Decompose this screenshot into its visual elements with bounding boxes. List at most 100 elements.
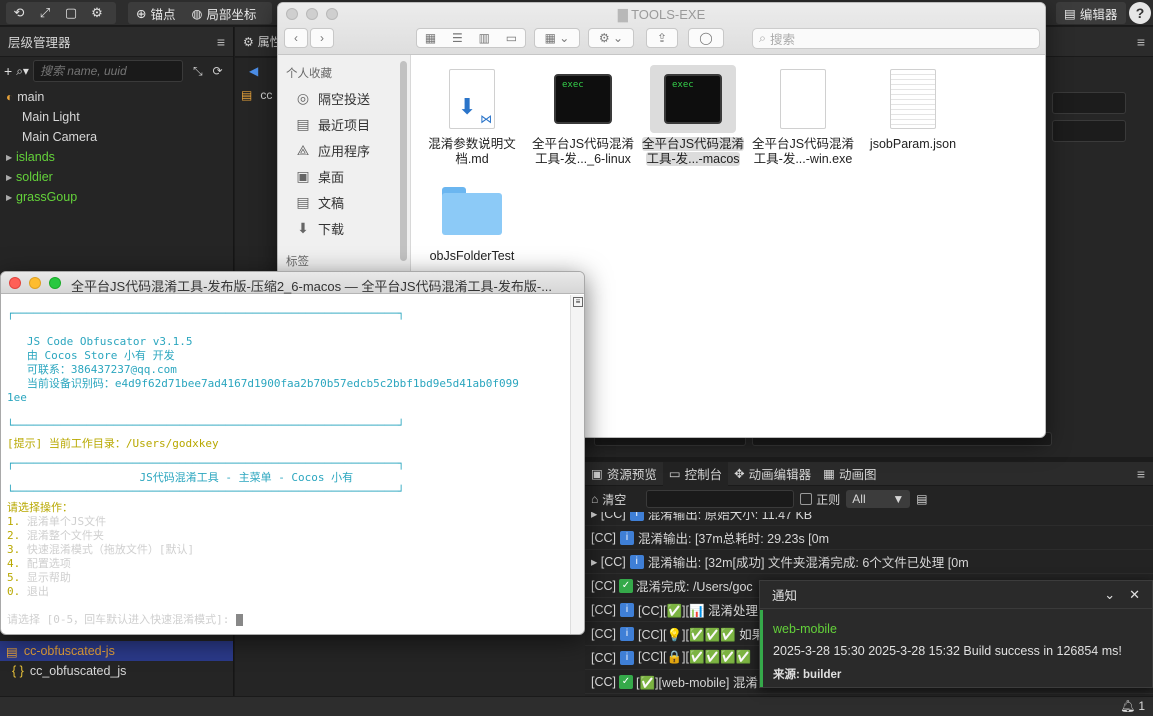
right-panel-header: ≡ xyxy=(1046,27,1153,57)
right-menu-icon[interactable]: ≡ xyxy=(1137,34,1145,50)
tab-console[interactable]: ▭ 控制台 xyxy=(662,461,729,486)
tab-animation-graph[interactable]: ▦ 动画图 xyxy=(817,462,882,486)
add-icon[interactable]: + xyxy=(4,63,12,79)
asset-file-cc-obfuscated-js[interactable]: { } cc_obfuscated_js xyxy=(0,661,233,681)
log-row[interactable]: [CC] i 混淆输出: [37m总耗时: 29.23s [0m xyxy=(585,526,1153,550)
executable-icon: exec xyxy=(664,74,722,124)
hierarchy-search-input[interactable] xyxy=(32,60,183,82)
console-filter-input[interactable] xyxy=(646,490,795,508)
gear-icon[interactable]: ⚙ xyxy=(84,2,110,24)
sidebar-item-desktop[interactable]: ▣ 桌面 xyxy=(278,163,410,189)
zoom-window-icon[interactable] xyxy=(49,277,61,289)
file-item[interactable]: jsobParam.json xyxy=(858,65,968,152)
file-item[interactable]: ⬇ ⋈ 混淆参数说明文 档.md xyxy=(417,65,527,167)
asset-icon: ▤ xyxy=(241,88,253,102)
terminal-cursor xyxy=(235,614,243,626)
tree-item-soldier[interactable]: ▶ soldier xyxy=(0,167,233,187)
notification-body: web-mobile 2025-3-28 15:30 2025-3-28 15:… xyxy=(760,610,1152,687)
expand-arrow-icon[interactable]: ▶ xyxy=(6,193,16,202)
scroll-menu-icon[interactable]: ≡ xyxy=(573,297,583,307)
notification-bell[interactable]: 🔔︎ 1 xyxy=(1120,699,1145,713)
collapse-icon[interactable]: ⤡ xyxy=(193,64,203,79)
terminal-scrollbar[interactable]: ≡ xyxy=(570,295,584,634)
anchor-icon: ⊕ xyxy=(136,6,147,21)
menu-icon[interactable]: ≡ xyxy=(217,34,225,50)
assets-tree: ▤ cc-obfuscated-js { } cc_obfuscated_js xyxy=(0,641,233,681)
anchor-button[interactable]: ⊕ 锚点 xyxy=(128,2,184,24)
list-view-icon[interactable]: ☰ xyxy=(452,31,463,45)
terminal-menu-title: JS代码混淆工具 - 主菜单 - Cocos 小有 xyxy=(139,471,354,484)
folder-icon: ▤ xyxy=(6,644,18,659)
clear-button[interactable]: ⌂ 清空 xyxy=(591,491,626,508)
help-button[interactable]: ? xyxy=(1129,2,1151,24)
tree-item-main-camera[interactable]: Main Camera xyxy=(0,127,233,147)
tree-item-grassgoup[interactable]: ▶ grassGoup xyxy=(0,187,233,207)
expand-arrow-icon[interactable]: ▶ xyxy=(6,173,16,182)
tree-item-islands[interactable]: ▶ islands xyxy=(0,147,233,167)
regex-checkbox[interactable]: 正则 xyxy=(800,491,840,508)
forward-button[interactable]: › xyxy=(310,28,334,48)
file-item[interactable]: 全平台JS代码混淆 工具-发...-win.exe xyxy=(748,65,858,167)
log-level-select[interactable]: All ▼ xyxy=(846,490,911,508)
chevron-down-icon[interactable]: ⌄ xyxy=(1104,587,1115,603)
script-icon: { } xyxy=(12,664,24,678)
sidebar-item-downloads[interactable]: ⬇ 下载 xyxy=(278,215,410,241)
search-icon: ⌕ xyxy=(759,31,767,45)
rect-tool-icon[interactable]: ▢ xyxy=(58,2,84,24)
expand-arrow-icon[interactable]: ▶ xyxy=(6,153,16,162)
console-tabs: ▣ 资源预览 ▭ 控制台 ✥ 动画编辑器 ▦ 动画图 ≡ xyxy=(585,461,1153,486)
terminal-contact: 可联系：386437237@qq.com xyxy=(26,363,177,376)
inspector-asset-row: ▤ cc xyxy=(241,88,273,102)
file-item[interactable]: obJsFolderTest xyxy=(417,177,527,264)
refresh-icon[interactable]: ⟲ xyxy=(6,2,32,24)
tree-item-main-light[interactable]: Main Light xyxy=(0,107,233,127)
action-button[interactable]: ⚙ ⌄ xyxy=(588,28,634,48)
sidebar-scrollbar[interactable] xyxy=(400,61,407,261)
column-view-icon[interactable]: ▥ xyxy=(479,31,490,45)
fullscreen-icon[interactable]: ⤢ xyxy=(32,2,58,24)
share-button[interactable]: ⇪ xyxy=(646,28,678,48)
file-item-selected[interactable]: exec 全平台JS代码混淆 工具-发...-macos xyxy=(638,65,748,167)
finder-titlebar: ▇ TOOLS-EXE ‹ › ▦ ☰ ▥ ▭ ▦ ⌄ ⚙ ⌄ ⇪ ◯ ⌕ 搜索 xyxy=(278,3,1045,55)
close-window-icon[interactable] xyxy=(9,277,21,289)
asset-folder-cc-obfuscated-js[interactable]: ▤ cc-obfuscated-js xyxy=(0,641,233,661)
back-button[interactable]: ‹ xyxy=(284,28,308,48)
notification-header: 通知 ⌄ ✕ xyxy=(760,581,1152,609)
log-row[interactable]: ▸ [CC] i 混淆输出: [32m[成功] 文件夹混淆完成: 6个文件已处理 [… xyxy=(585,550,1153,574)
minimize-window-icon[interactable] xyxy=(29,277,41,289)
sidebar-item-recents[interactable]: ▤ 最近项目 xyxy=(278,111,410,137)
back-arrow-icon[interactable]: ◀ xyxy=(249,64,258,78)
terminal-author: 由 Cocos Store 小有 开发 xyxy=(26,349,175,362)
finder-search[interactable]: ⌕ 搜索 xyxy=(752,28,1040,49)
tag-button[interactable]: ◯ xyxy=(688,28,724,48)
terminal-input-line[interactable]: 请选择 [0-5，回车默认进入快速混淆模式]: xyxy=(7,613,566,627)
group-button[interactable]: ▦ ⌄ xyxy=(534,28,580,48)
console-menu-icon[interactable]: ≡ xyxy=(1137,466,1145,482)
property-field-1[interactable] xyxy=(1052,92,1126,114)
file-item[interactable]: exec 全平台JS代码混淆 工具-发..._6-linux xyxy=(528,65,638,167)
local-coord-button[interactable]: ◍ 局部坐标 xyxy=(184,2,265,24)
tree-item-main[interactable]: ◐ main xyxy=(0,87,233,107)
tab-asset-preview[interactable]: ▣ 资源预览 xyxy=(585,462,663,486)
gallery-view-icon[interactable]: ▭ xyxy=(506,31,517,45)
open-log-file-icon[interactable]: ▤ xyxy=(916,492,927,506)
log-row[interactable]: ▸ [CC] i 混淆输出: 原始大小: 11.47 KB xyxy=(585,512,1153,526)
refresh-hierarchy-icon[interactable]: ⟳ xyxy=(213,64,223,78)
applications-icon: ⟁ xyxy=(296,141,310,158)
sidebar-item-applications[interactable]: ⟁ 应用程序 xyxy=(278,137,410,163)
property-field-2[interactable] xyxy=(1052,120,1126,142)
close-icon[interactable]: ✕ xyxy=(1129,587,1140,603)
sidebar-item-documents[interactable]: ▤ 文稿 xyxy=(278,189,410,215)
tab-animation-editor[interactable]: ✥ 动画编辑器 xyxy=(728,462,817,486)
search-filter-icon[interactable]: ⌕▾ xyxy=(16,64,29,79)
editor-button[interactable]: ▤ 编辑器 xyxy=(1056,2,1126,24)
terminal-output[interactable]: ┌───────────────────────────────────────… xyxy=(1,295,572,634)
inspector-gear-icon: ⚙ xyxy=(243,34,254,49)
menu-option: 4. 配置选项 xyxy=(7,557,71,570)
desktop-icon: ▣ xyxy=(296,167,310,184)
broom-icon: ⌂ xyxy=(591,492,599,506)
view-mode-segmented[interactable]: ▦ ☰ ▥ ▭ xyxy=(416,28,526,48)
icon-view-icon[interactable]: ▦ xyxy=(425,31,436,45)
sidebar-item-airdrop[interactable]: ◎ 隔空投送 xyxy=(278,85,410,111)
group-icon: ▦ ⌄ xyxy=(544,31,570,45)
